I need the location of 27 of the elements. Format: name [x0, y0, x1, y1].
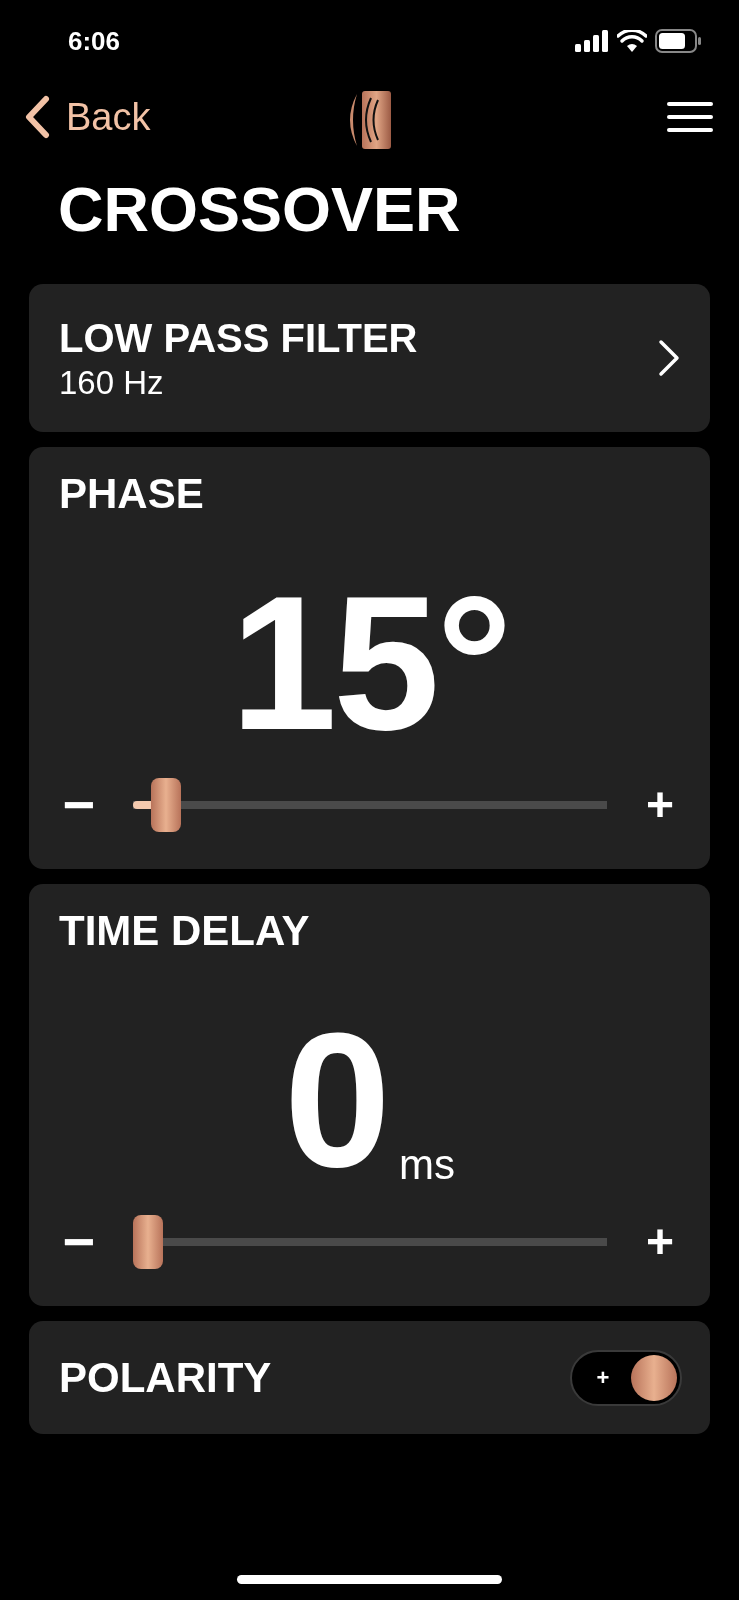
- decrease-button[interactable]: −: [59, 1214, 99, 1270]
- control-value: 0: [284, 1004, 387, 1196]
- status-time: 6:06: [68, 24, 121, 58]
- menu-icon[interactable]: [667, 102, 713, 132]
- logo-icon: [347, 90, 392, 150]
- increase-button[interactable]: +: [640, 781, 680, 829]
- battery-icon: [655, 29, 701, 53]
- filter-value: 160 Hz: [59, 365, 165, 399]
- control-label: PHASE: [59, 473, 205, 515]
- back-chevron-icon: [24, 95, 50, 139]
- signal-icon: [575, 30, 609, 52]
- decrease-button[interactable]: −: [59, 777, 99, 833]
- unit-label: ms: [398, 1144, 455, 1186]
- control-value: 15°: [230, 567, 509, 759]
- filter-card[interactable]: LOW PASS FILTER 160 Hz: [29, 284, 710, 432]
- increase-button[interactable]: +: [640, 1218, 680, 1266]
- toggle-knob: [631, 1354, 677, 1401]
- wifi-icon: [617, 30, 647, 52]
- back-button[interactable]: Back: [24, 88, 151, 146]
- control-label: TIME DELAY: [59, 910, 311, 952]
- page-title: CROSSOVER: [58, 177, 461, 241]
- chevron-right-icon: [658, 339, 680, 377]
- polarity-toggle[interactable]: +: [570, 1349, 682, 1406]
- filter-label: LOW PASS FILTER: [59, 317, 418, 358]
- slider-thumb[interactable]: [132, 1215, 163, 1269]
- slider-thumb[interactable]: [150, 778, 181, 832]
- polarity-label: POLARITY: [59, 1356, 272, 1399]
